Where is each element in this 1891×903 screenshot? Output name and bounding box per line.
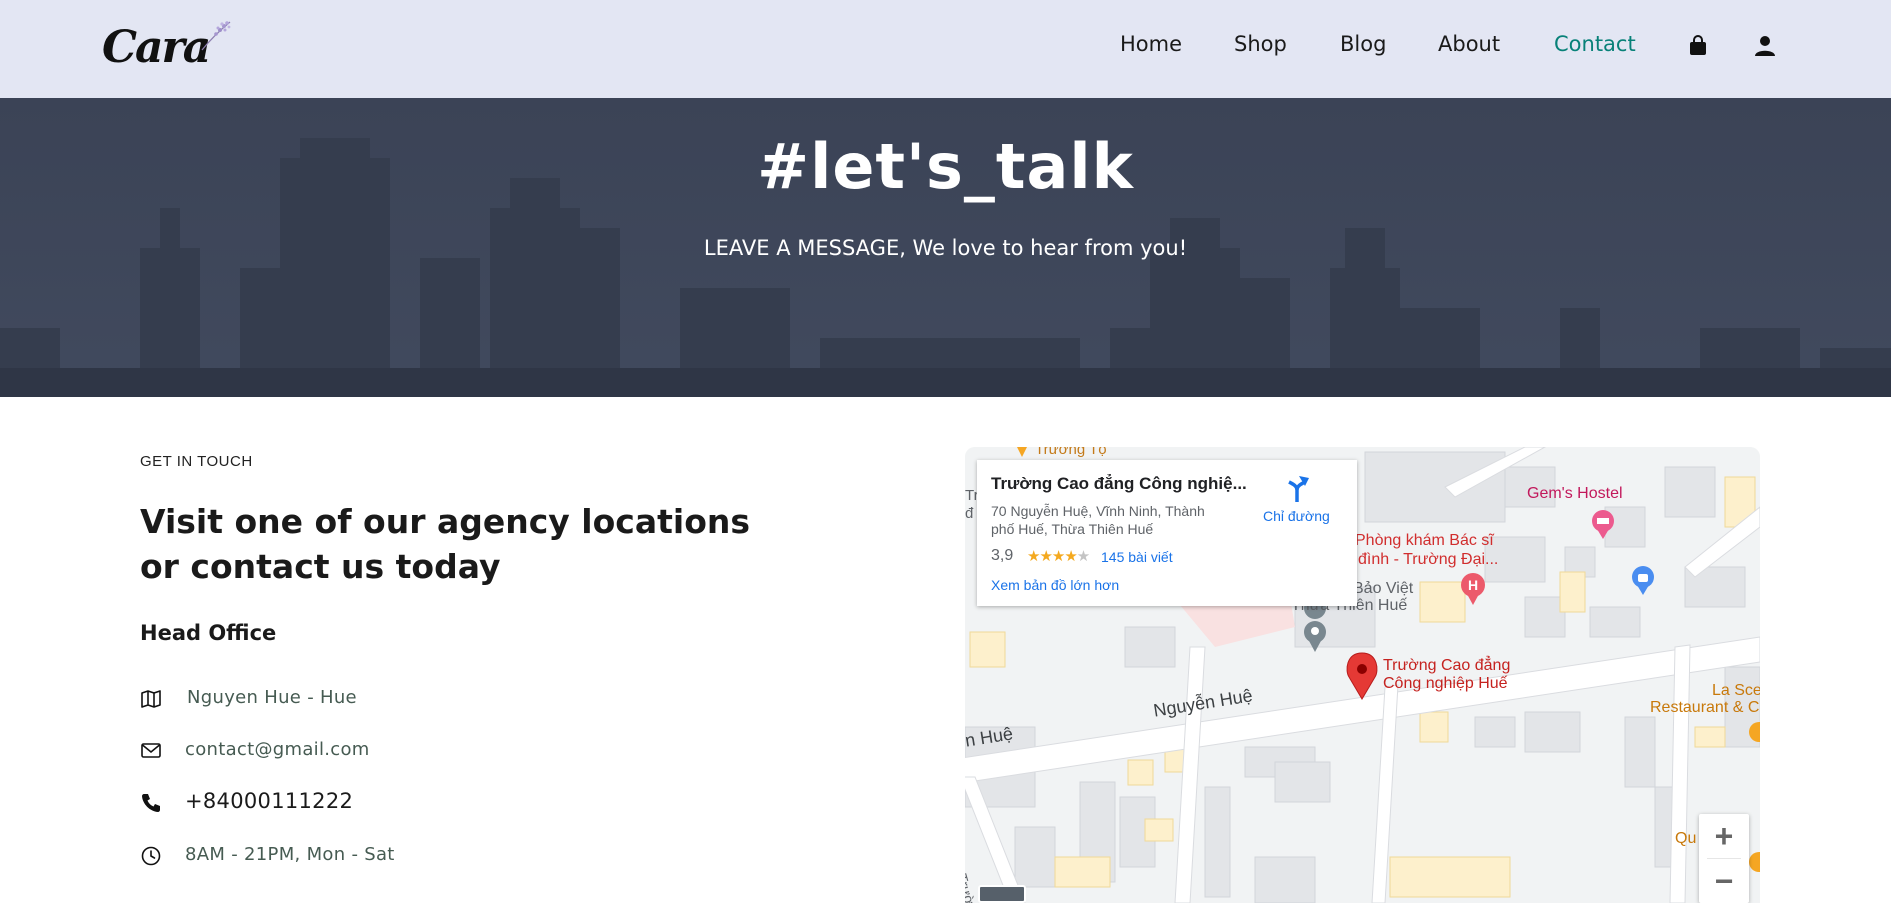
place-info-card: Trường Cao đẳng Công nghiệ... 70 Nguyễn … [977,460,1357,606]
user-icon[interactable] [1753,34,1777,58]
envelope-icon [141,743,161,758]
map-label-clinic-1[interactable]: Phòng khám Bác sĩ [1355,532,1494,550]
place-rating: 3,9 [991,547,1014,564]
clock-icon [141,846,161,866]
hero-title: #let's_talk [757,130,1134,203]
reviews-link[interactable]: 145 bài viết [1101,549,1173,565]
address-text: Nguyen Hue - Hue [187,687,357,708]
zoom-controls: + − [1699,814,1749,903]
hours-row: 8AM - 21PM, Mon - Sat [140,841,740,871]
phone-row: +84000111222 [140,788,740,818]
directions-link[interactable]: Chỉ đường [1263,508,1330,524]
contact-headline: Visit one of our agency locations or con… [140,502,751,586]
nav-contact[interactable]: Contact [1554,32,1636,56]
place-address: 70 Nguyễn Huệ, Vĩnh Ninh, Thành phố Huế,… [991,503,1205,537]
hero-banner: #let's_talk LEAVE A MESSAGE, We love to … [0,98,1891,397]
map-label-college-2: Công nghiệp Huế [1383,675,1508,692]
eyebrow-text: GET IN TOUCH [140,453,253,470]
zoom-out-button[interactable]: − [1699,859,1749,903]
map-label-baoviet-1[interactable]: Bảo Việt [1353,580,1413,598]
map-label-restaurant-1[interactable]: La Sce [1712,682,1760,700]
svg-text:H: H [1468,577,1478,593]
map-label-edge-2: đ [965,505,974,522]
view-larger-map-link[interactable]: Xem bản đồ lớn hơn [991,577,1119,593]
map-label-bottom-right: Qu [1675,830,1697,847]
directions-icon[interactable] [1283,474,1311,504]
embedded-map[interactable]: H Trường Tộ Gem's Hostel Phòng khám Bác … [965,447,1760,903]
zoom-in-button[interactable]: + [1699,814,1749,858]
brand-logo[interactable]: Cara [102,18,232,78]
site-header: Cara Home Shop Blog About Contact [0,0,1891,98]
satellite-toggle-thumbnail[interactable] [978,885,1026,903]
map-label-hostel[interactable]: Gem's Hostel [1527,485,1623,503]
logo-text: Cara [102,22,211,73]
rating-stars-icon: ★★★★★ [1027,548,1090,565]
nav-shop[interactable]: Shop [1234,32,1287,56]
map-label-restaurant-2: Restaurant & C [1650,699,1760,716]
hero-subtitle: LEAVE A MESSAGE, We love to hear from yo… [703,236,1188,260]
map-label-college-1[interactable]: Trường Cao đẳng [1383,657,1510,675]
map-label-clinic-2: đình - Trường Đại... [1358,551,1499,568]
place-title: Trường Cao đẳng Công nghiệ... [991,474,1247,493]
contact-details: GET IN TOUCH Visit one of our agency loc… [140,397,840,903]
email-text[interactable]: contact@gmail.com [185,739,370,760]
nav-blog[interactable]: Blog [1340,32,1386,56]
phone-icon [142,794,160,812]
lavender-sprig-icon [201,21,231,51]
nav-home[interactable]: Home [1120,32,1182,56]
email-row: contact@gmail.com [140,736,740,766]
map-label-top: Trường Tộ [1035,447,1107,458]
address-row: Nguyen Hue - Hue [140,684,740,714]
hours-text: 8AM - 21PM, Mon - Sat [185,844,395,865]
nav-about[interactable]: About [1438,32,1500,56]
office-title: Head Office [140,621,277,645]
phone-text[interactable]: +84000111222 [185,789,353,813]
shopping-bag-icon[interactable] [1686,34,1710,58]
map-icon [141,690,161,708]
